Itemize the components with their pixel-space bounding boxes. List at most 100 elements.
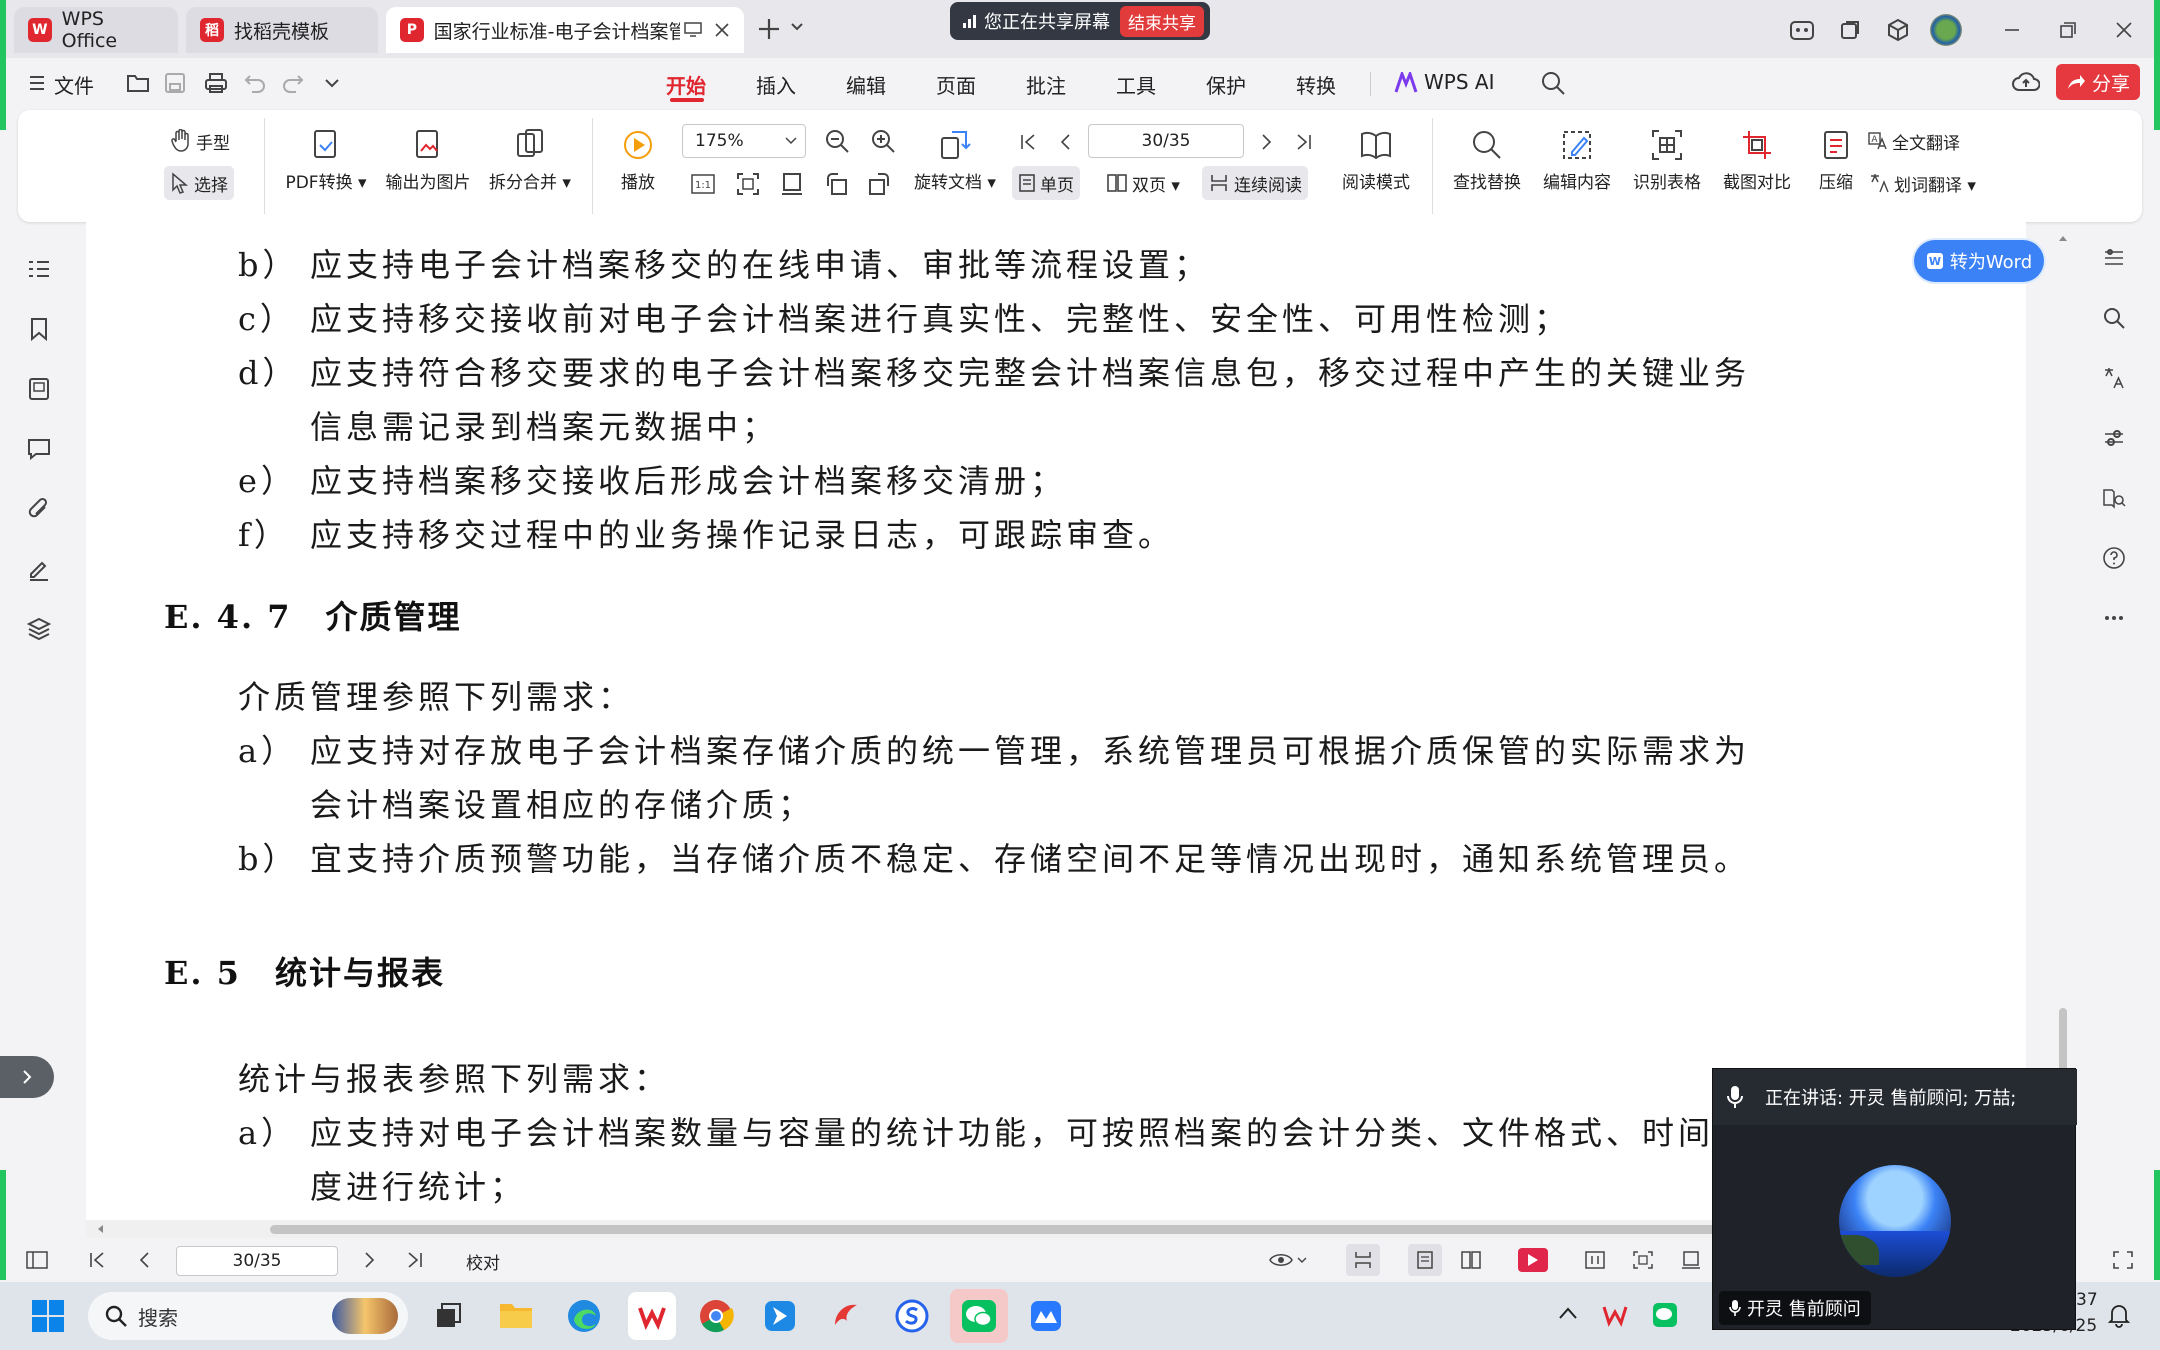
file-menu[interactable]: 文件 — [54, 70, 94, 99]
zoom-in-icon[interactable] — [870, 128, 896, 154]
window-icon[interactable] — [1832, 12, 1868, 48]
feishu-icon[interactable] — [756, 1292, 804, 1340]
more-icon[interactable] — [2102, 606, 2134, 638]
eye-icon[interactable] — [1268, 1250, 1308, 1270]
play-button[interactable]: 播放 — [610, 128, 666, 193]
close-tab-icon[interactable] — [714, 22, 730, 38]
word-translate-button[interactable]: 划词翻译 ▾ — [1868, 166, 1976, 200]
fit-width-status-icon[interactable] — [1680, 1250, 1702, 1270]
hand-tool-button[interactable]: 手型 — [170, 124, 230, 158]
rotate-doc-button[interactable]: 旋转文档 ▾ — [910, 128, 1000, 193]
menu-insert[interactable]: 插入 — [756, 70, 796, 99]
wechat-icon[interactable] — [950, 1289, 1008, 1343]
proofread-label[interactable]: 校对 — [466, 1249, 500, 1274]
edge-browser-icon[interactable] — [560, 1292, 608, 1340]
status-page-input[interactable]: 30/35 — [176, 1246, 338, 1276]
sogou-icon[interactable] — [888, 1292, 936, 1340]
clock-time[interactable]: 37 — [2076, 1290, 2098, 1310]
read-mode-button[interactable]: 阅读模式 — [1330, 128, 1422, 193]
tab-list-chevron-icon[interactable] — [790, 22, 804, 32]
recognize-table-button[interactable]: 识别表格 — [1622, 128, 1712, 193]
undo-icon[interactable] — [244, 72, 266, 94]
menu-tools[interactable]: 工具 — [1116, 70, 1156, 99]
layers-icon[interactable] — [26, 616, 58, 648]
help-icon[interactable] — [2102, 546, 2134, 578]
zoom-select[interactable]: 175% — [682, 124, 806, 158]
tab-docer-templates[interactable]: 稻 找稻壳模板 — [186, 7, 378, 53]
prev-page-icon[interactable] — [1056, 132, 1076, 152]
minimize-button[interactable] — [1994, 12, 2030, 48]
convert-to-word-button[interactable]: W 转为Word — [1914, 240, 2044, 282]
outline-icon[interactable] — [26, 256, 58, 288]
select-tool-button[interactable]: 选择 — [164, 166, 234, 200]
single-page-button[interactable]: 单页 — [1012, 166, 1080, 200]
scroll-thumb[interactable] — [270, 1225, 1830, 1234]
task-view-icon[interactable] — [424, 1292, 472, 1340]
full-translate-button[interactable]: A 全文翻译 — [1868, 124, 1960, 158]
new-tab-button[interactable] — [756, 16, 782, 42]
fit-page-icon[interactable] — [736, 172, 760, 196]
adjust-icon[interactable] — [2102, 426, 2134, 458]
compress-button[interactable]: 压缩 — [1802, 128, 1870, 193]
play-slideshow-icon[interactable] — [1518, 1248, 1548, 1272]
file-explorer-icon[interactable] — [492, 1292, 540, 1340]
first-page-icon[interactable] — [1018, 132, 1038, 152]
user-avatar[interactable] — [1928, 12, 1964, 48]
zoom-out-icon[interactable] — [824, 128, 850, 154]
open-folder-icon[interactable] — [126, 72, 150, 94]
red-app-icon[interactable] — [822, 1292, 870, 1340]
menu-start[interactable]: 开始 — [666, 70, 706, 99]
cube-icon[interactable] — [1880, 12, 1916, 48]
fullscreen-icon[interactable] — [2112, 1250, 2134, 1270]
signature-icon[interactable] — [26, 556, 58, 588]
thumbnail-icon[interactable] — [26, 376, 58, 408]
redo-icon[interactable] — [282, 72, 304, 94]
last-page-icon[interactable] — [406, 1250, 424, 1270]
cloud-upload-icon[interactable] — [2012, 70, 2040, 94]
actual-size-icon[interactable]: 1:1 — [690, 172, 716, 196]
page-input[interactable]: 30/35 — [1088, 124, 1244, 158]
split-merge-button[interactable]: 拆分合并 ▾ — [480, 128, 580, 193]
menu-edit[interactable]: 编辑 — [846, 70, 886, 99]
expand-sidebar-button[interactable] — [0, 1056, 54, 1098]
menu-page[interactable]: 页面 — [936, 70, 976, 99]
search-icon[interactable] — [2102, 306, 2134, 338]
first-page-icon[interactable] — [88, 1250, 106, 1270]
bookmark-icon[interactable] — [26, 316, 58, 348]
export-image-button[interactable]: 输出为图片 — [378, 128, 478, 193]
comment-icon[interactable] — [26, 436, 58, 468]
attachment-icon[interactable] — [26, 496, 58, 528]
hamburger-menu-icon[interactable] — [28, 74, 46, 92]
meeting-app-icon[interactable] — [1022, 1292, 1070, 1340]
chrome-icon[interactable] — [692, 1292, 740, 1340]
next-page-icon[interactable] — [360, 1250, 378, 1270]
search-icon[interactable] — [1540, 70, 1566, 96]
taskbar-search[interactable]: 搜索 — [88, 1292, 408, 1340]
menu-wps-ai[interactable]: WPS AI — [1424, 70, 1494, 94]
last-page-icon[interactable] — [1294, 132, 1314, 152]
share-button[interactable]: 分享 — [2056, 64, 2140, 100]
continuous-view-icon[interactable] — [1346, 1244, 1380, 1276]
tab-current-pdf[interactable]: P 国家行业标准-电子会计档案管 — [386, 7, 744, 53]
close-window-button[interactable] — [2106, 12, 2142, 48]
skin-icon[interactable] — [1784, 12, 1820, 48]
menu-convert[interactable]: 转换 — [1296, 70, 1336, 99]
prev-page-icon[interactable] — [136, 1250, 154, 1270]
screenshot-compare-button[interactable]: 截图对比 — [1712, 128, 1802, 193]
fit-width-icon[interactable] — [780, 172, 804, 196]
wps-taskbar-icon[interactable] — [628, 1292, 676, 1340]
chevron-up-icon[interactable] — [1558, 1306, 1578, 1320]
windows-start-icon[interactable] — [24, 1292, 72, 1340]
double-view-icon[interactable] — [1460, 1250, 1482, 1270]
print-icon[interactable] — [204, 72, 228, 94]
restore-button[interactable] — [2050, 12, 2086, 48]
stop-share-button[interactable]: 结束共享 — [1120, 5, 1204, 37]
menu-annotate[interactable]: 批注 — [1026, 70, 1066, 99]
sidebar-toggle-icon[interactable] — [26, 1250, 48, 1270]
save-icon[interactable] — [164, 72, 186, 94]
book-view-icon[interactable] — [1584, 1250, 1606, 1270]
rotate-left-icon[interactable] — [824, 172, 848, 196]
tab-wps-office[interactable]: W WPS Office — [14, 7, 178, 53]
wechat-tray-icon[interactable] — [1652, 1302, 1678, 1328]
more-chevron-icon[interactable] — [324, 78, 340, 88]
